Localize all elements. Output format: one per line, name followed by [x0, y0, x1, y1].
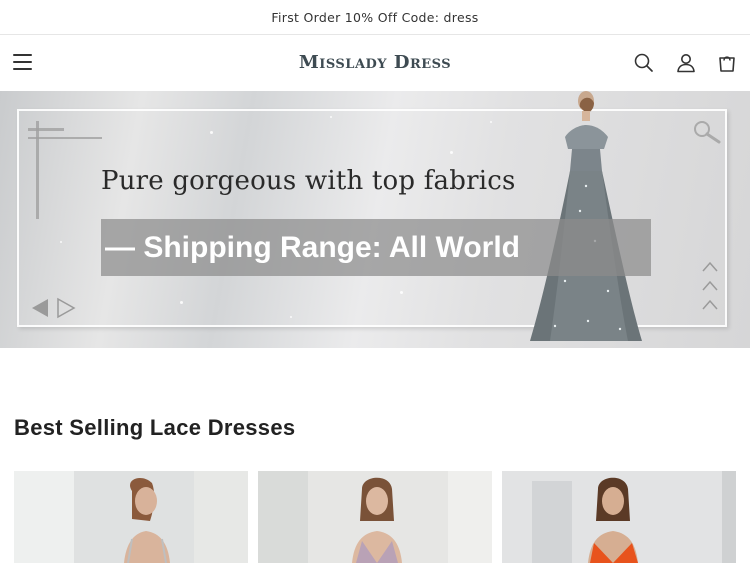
frame-corner	[36, 121, 39, 219]
frame-corner	[28, 137, 102, 139]
product-card[interactable]	[502, 471, 736, 563]
product-image[interactable]	[502, 471, 736, 563]
announcement-text: First Order 10% Off Code: dress	[271, 9, 479, 25]
product-image[interactable]	[258, 471, 492, 563]
magnifier-decoration-icon	[692, 119, 722, 149]
search-icon[interactable]	[633, 52, 655, 74]
account-icon[interactable]	[675, 52, 697, 74]
site-header: Misslady Dress	[0, 36, 750, 91]
hero-shipping-band: — Shipping Range: All World	[101, 219, 651, 276]
hero-banner[interactable]: Pure gorgeous with top fabrics — Shippin…	[0, 91, 750, 348]
product-card[interactable]	[14, 471, 248, 563]
announcement-bar: First Order 10% Off Code: dress	[0, 0, 750, 35]
scroll-up-arrows-icon	[700, 261, 720, 321]
section-title: Best Selling Lace Dresses	[14, 415, 296, 440]
cart-icon[interactable]	[716, 52, 738, 74]
slide-arrows[interactable]	[30, 297, 76, 319]
logo-text: Misslady Dress	[298, 52, 452, 73]
prev-next-arrow-icon[interactable]	[30, 297, 76, 319]
product-image[interactable]	[14, 471, 248, 563]
product-card[interactable]	[258, 471, 492, 563]
frame-corner	[28, 128, 64, 131]
hero-tagline: Pure gorgeous with top fabrics	[101, 166, 516, 196]
